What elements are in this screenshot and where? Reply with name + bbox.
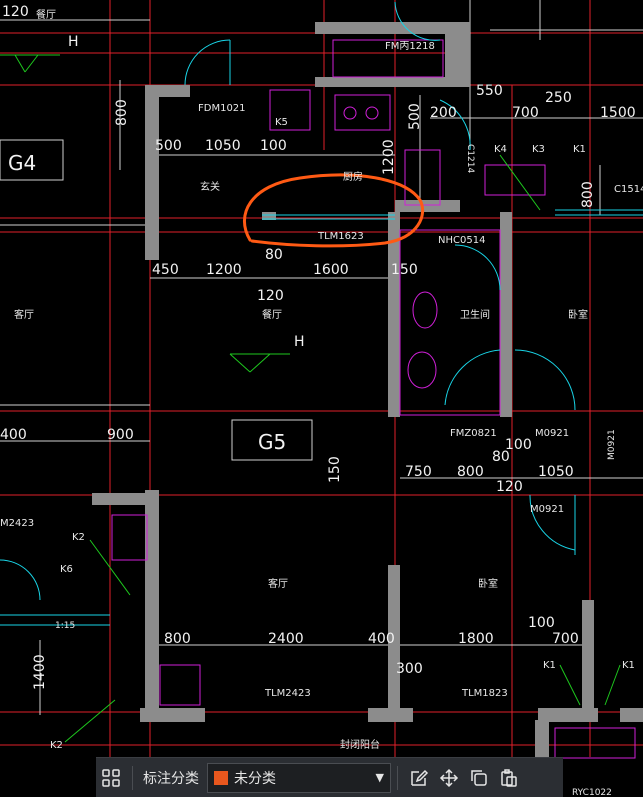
dim-text: 100 <box>528 615 555 631</box>
cad-drawing-canvas[interactable]: 120 800 500 1050 100 200 550 700 250 150… <box>0 0 643 797</box>
dim-text: 2400 <box>268 631 304 647</box>
window-label-c1214: C1214 <box>465 144 475 173</box>
dim-text: 800 <box>580 181 596 208</box>
dim-text: 1050 <box>205 138 241 154</box>
label-k4: K4 <box>494 144 507 155</box>
annotation-category-label: 标注分类 <box>143 770 199 787</box>
fixtures <box>111 39 636 759</box>
dim-text: 120 <box>257 288 284 304</box>
label-k5: K5 <box>275 117 288 128</box>
label-k1: K1 <box>622 660 635 671</box>
dim-text: 700 <box>512 105 539 121</box>
dim-text: 120 <box>496 479 523 495</box>
window-label-tlm2423: TLM2423 <box>264 688 311 699</box>
dim-text: 200 <box>430 105 457 121</box>
dim-text: 800 <box>457 464 484 480</box>
door-label-m0921: M0921 <box>607 429 617 460</box>
dim-text: 400 <box>368 631 395 647</box>
dim-text: 450 <box>152 262 179 278</box>
annotation-category-select[interactable]: 未分类 ▼ <box>207 762 391 793</box>
dim-text: 1050 <box>538 464 574 480</box>
leader-lines <box>0 54 621 743</box>
dim-text: 400 <box>0 427 27 443</box>
dim-text: 80 <box>265 247 283 263</box>
dim-text: 800 <box>164 631 191 647</box>
label-scale: 1:15 <box>55 621 75 631</box>
room-label-kitchen: 厨房 <box>343 170 363 183</box>
room-label-bedroom: 卧室 <box>568 308 588 321</box>
room-label-balcony: 封闭阳台 <box>340 738 380 751</box>
dim-text: 750 <box>405 464 432 480</box>
dim-text: 500 <box>155 138 182 154</box>
dim-text: 100 <box>505 437 532 453</box>
copy-icon[interactable] <box>464 763 494 793</box>
dim-text: 500 <box>407 103 423 130</box>
window-label-ryc1022: RYC1022 <box>572 788 612 797</box>
room-labels: FM丙1218 FDM1021 K5 玄关 厨房 TLM1623 NHC0514… <box>0 8 643 797</box>
dim-text: 100 <box>260 138 287 154</box>
room-label-bathroom: 卫生间 <box>460 308 490 321</box>
dimension-lines <box>0 0 643 715</box>
axis-label-h: H <box>294 334 305 350</box>
paste-icon[interactable] <box>494 763 524 793</box>
dim-text: 150 <box>391 262 418 278</box>
axis-label-h: H <box>68 34 79 50</box>
label-k2: K2 <box>50 740 63 751</box>
door-label-nhc0514: NHC0514 <box>438 235 485 246</box>
dim-text: 250 <box>545 90 572 106</box>
room-label-living: 客厅 <box>268 577 288 590</box>
unit-label-g4: G4 <box>8 151 36 175</box>
dim-text: 1200 <box>206 262 242 278</box>
room-label-restaurant: 餐厅 <box>262 308 282 321</box>
dim-text: 1600 <box>313 262 349 278</box>
dim-text: 120 <box>2 4 29 20</box>
reference-lines <box>0 0 643 757</box>
door-label-m0921: M0921 <box>535 428 569 439</box>
window-label-tlm1823: TLM1823 <box>461 688 508 699</box>
dim-text: 1800 <box>458 631 494 647</box>
toolbar-divider <box>397 765 398 790</box>
toolbar-divider <box>132 765 133 790</box>
dim-text: 150 <box>327 456 343 483</box>
dim-text: 900 <box>107 427 134 443</box>
door-label-fmz0821: FMZ0821 <box>450 428 497 439</box>
annotation-toolbar: 标注分类 未分类 ▼ <box>96 757 563 797</box>
door-label-fm1218: FM丙1218 <box>385 41 435 52</box>
walls <box>92 22 643 760</box>
dim-text: 800 <box>114 99 130 126</box>
window-label-tlm1623: TLM1623 <box>317 231 364 242</box>
label-k3: K3 <box>532 144 545 155</box>
label-k2: K2 <box>72 532 85 543</box>
category-color-swatch <box>214 770 228 785</box>
dim-text: 1500 <box>600 105 636 121</box>
dim-text: 700 <box>552 631 579 647</box>
dim-text: 550 <box>476 83 503 99</box>
dim-text: 1400 <box>32 654 48 690</box>
door-label-m2423: M2423 <box>0 518 34 529</box>
room-label-living: 客厅 <box>14 308 34 321</box>
room-label-bedroom: 卧室 <box>478 577 498 590</box>
move-icon[interactable] <box>434 763 464 793</box>
category-select-value: 未分类 <box>234 770 276 787</box>
label-k1: K1 <box>543 660 556 671</box>
door-label-m0921: M0921 <box>530 504 564 515</box>
chevron-down-icon: ▼ <box>375 771 384 784</box>
grid-icon[interactable] <box>96 763 126 793</box>
label-k1: K1 <box>573 144 586 155</box>
door-label-fdm1021: FDM1021 <box>198 103 246 114</box>
label-k6: K6 <box>60 564 73 575</box>
room-label-restaurant: 餐厅 <box>36 8 56 21</box>
edit-icon[interactable] <box>404 763 434 793</box>
dim-text: 1200 <box>381 139 397 175</box>
dim-text: 300 <box>396 661 423 677</box>
window-label-c1514: C1514 <box>614 184 643 195</box>
room-label-entrance: 玄关 <box>200 180 220 193</box>
unit-label-g5: G5 <box>258 430 286 454</box>
dimension-texts: 120 800 500 1050 100 200 550 700 250 150… <box>0 4 636 690</box>
